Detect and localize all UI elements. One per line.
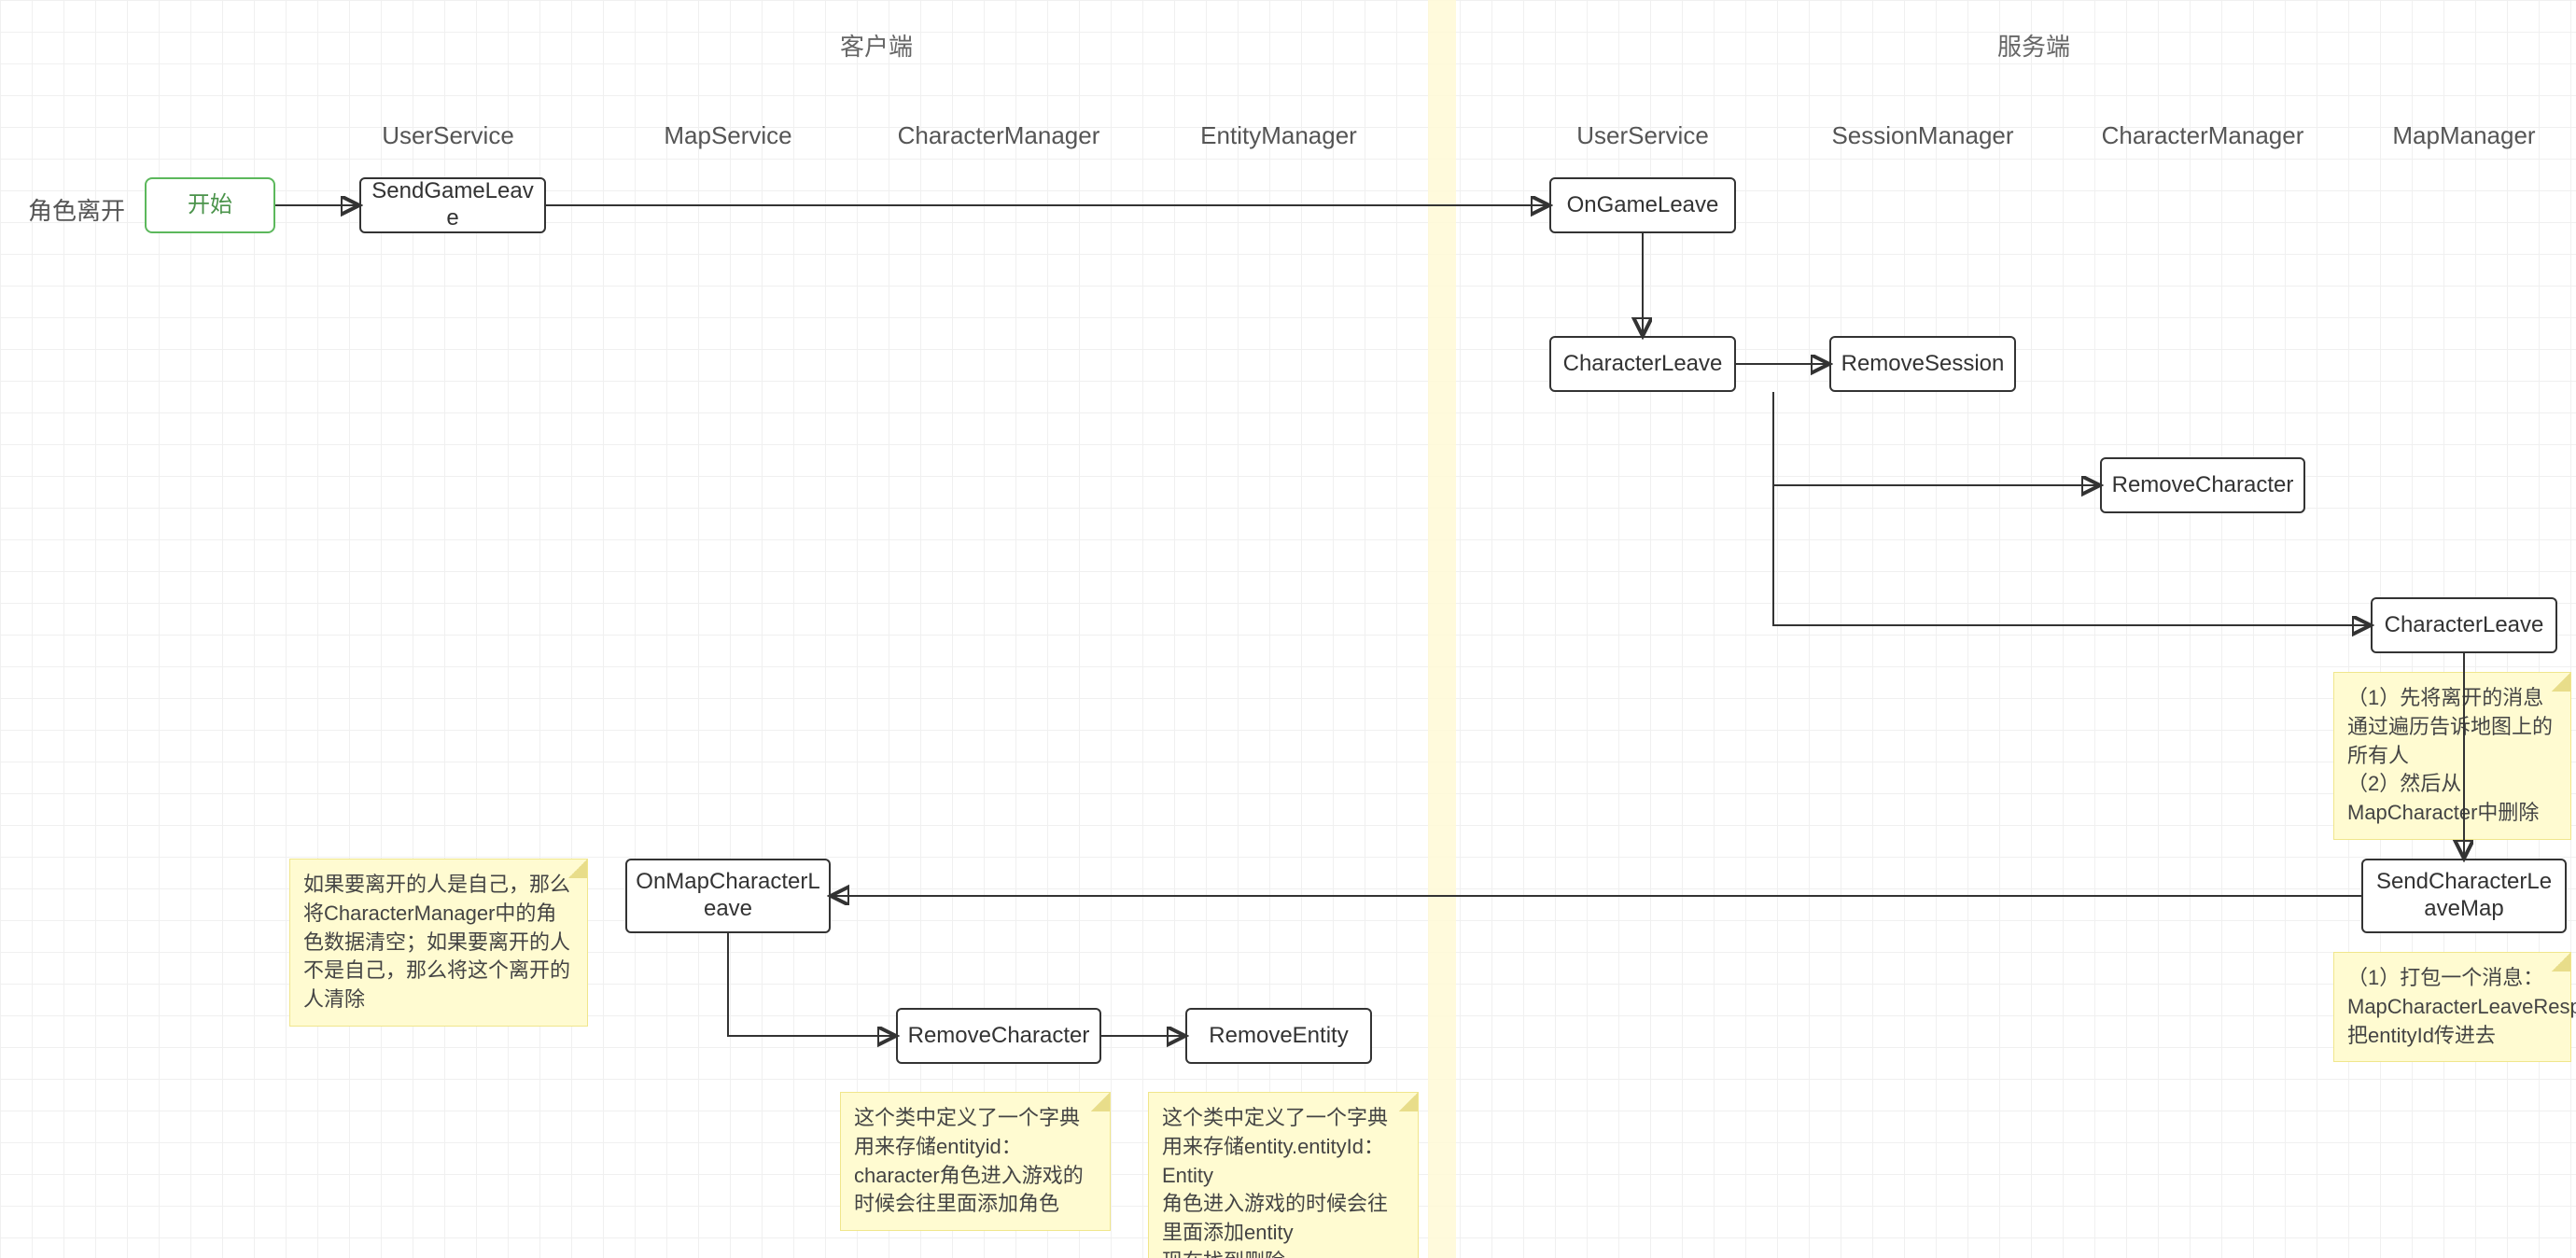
- note-characterleave-detail: （1）先将离开的消息通过遍历告诉地图上的所有人 （2）然后从MapCharact…: [2333, 672, 2571, 840]
- section-server-label: 服务端: [1997, 28, 2070, 63]
- node-removeentity: RemoveEntity: [1185, 1008, 1372, 1064]
- client-server-divider: [1428, 0, 1456, 1258]
- note-removeentity-detail: 这个类中定义了一个字典用来存储entity.entityId：Entity 角色…: [1148, 1092, 1419, 1258]
- node-onmapcharacterleave: OnMapCharacterLeave: [625, 859, 831, 933]
- section-client-label: 客户端: [840, 28, 913, 63]
- col-server-mapmanager: MapManager: [2392, 121, 2535, 150]
- col-client-charactermanager: CharacterManager: [898, 121, 1100, 150]
- col-client-entitymanager: EntityManager: [1200, 121, 1357, 150]
- node-characterleave-1: CharacterLeave: [1549, 336, 1736, 392]
- note-text: （1）打包一个消息：MapCharacterLeaveResponse，把ent…: [2347, 966, 2576, 1047]
- note-text: 这个类中定义了一个字典用来存储entityid：character角色进入游戏的…: [854, 1106, 1084, 1215]
- note-text: （1）先将离开的消息通过遍历告诉地图上的所有人 （2）然后从MapCharact…: [2347, 686, 2553, 824]
- col-server-userservice: UserService: [1576, 121, 1709, 150]
- note-onmapcharacterleave-detail: 如果要离开的人是自己，那么将CharacterManager中的角色数据清空；如…: [289, 859, 588, 1027]
- col-client-userservice: UserService: [382, 121, 514, 150]
- note-sendcharacterleavemap-detail: （1）打包一个消息：MapCharacterLeaveResponse，把ent…: [2333, 952, 2571, 1062]
- note-text: 这个类中定义了一个字典用来存储entity.entityId：Entity 角色…: [1162, 1106, 1388, 1258]
- node-removecharacter-client: RemoveCharacter: [896, 1008, 1101, 1064]
- node-sendcharacterleavemap: SendCharacterLeaveMap: [2361, 859, 2567, 933]
- col-server-charactermanager: CharacterManager: [2102, 121, 2304, 150]
- node-removesession: RemoveSession: [1829, 336, 2016, 392]
- col-client-mapservice: MapService: [664, 121, 791, 150]
- node-sendgameleave: SendGameLeave: [359, 177, 546, 233]
- node-ongameleave: OnGameLeave: [1549, 177, 1736, 233]
- note-text: 如果要离开的人是自己，那么将CharacterManager中的角色数据清空；如…: [303, 873, 570, 1011]
- col-server-sessionmanager: SessionManager: [1831, 121, 2013, 150]
- node-removecharacter-server: RemoveCharacter: [2100, 457, 2305, 513]
- row-label: 角色离开: [28, 192, 125, 227]
- start-node: 开始: [145, 177, 275, 233]
- node-characterleave-2: CharacterLeave: [2371, 597, 2557, 653]
- note-removecharacter-detail: 这个类中定义了一个字典用来存储entityid：character角色进入游戏的…: [840, 1092, 1111, 1231]
